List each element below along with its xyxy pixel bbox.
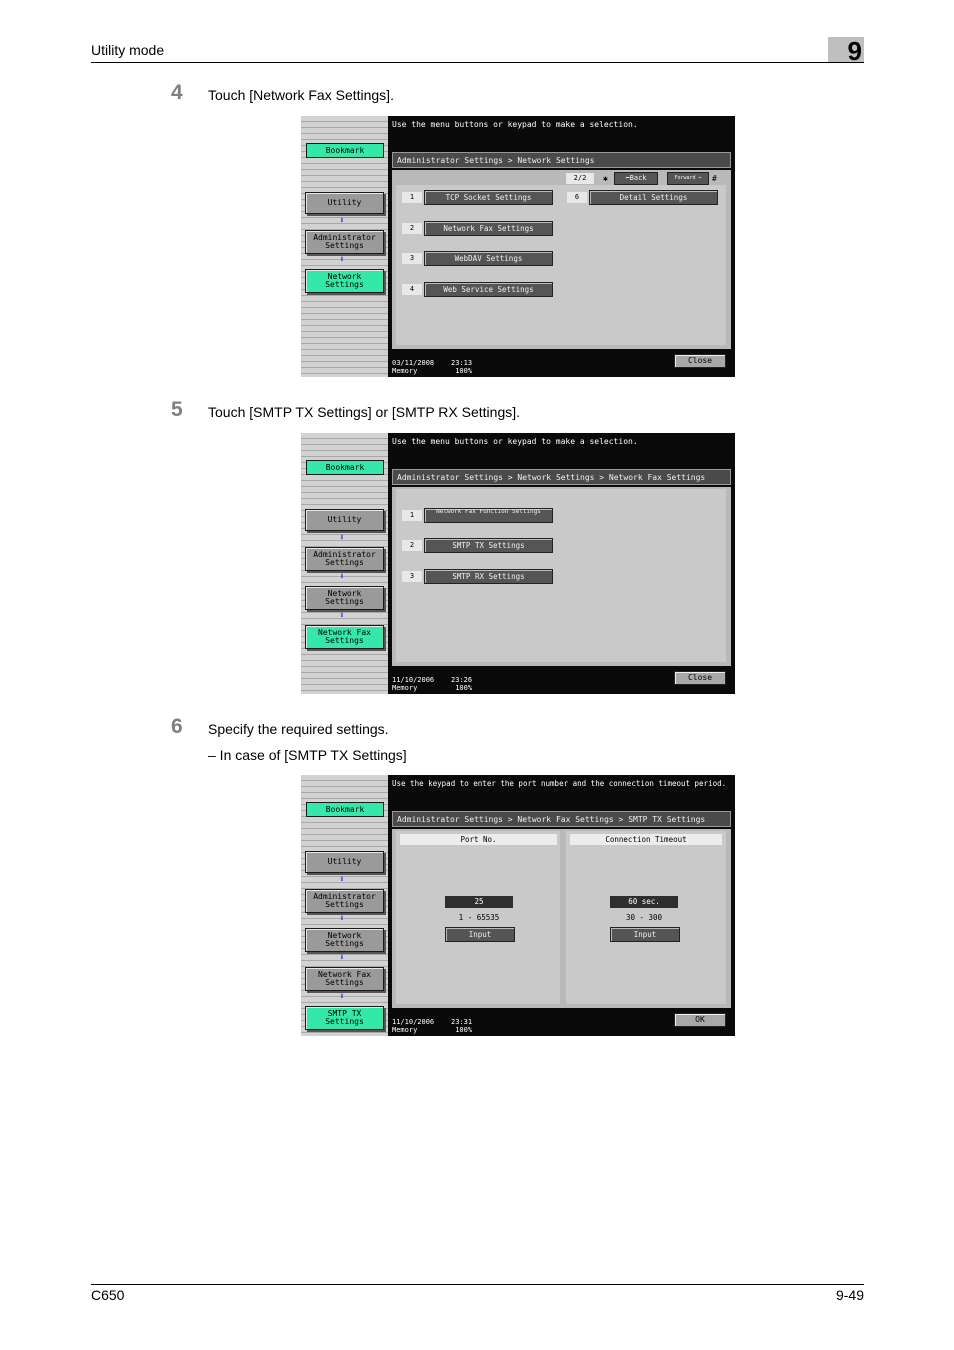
close-button[interactable]: Close	[674, 354, 726, 368]
footer-model: C650	[91, 1287, 125, 1303]
port-number-input-button[interactable]: Input	[445, 927, 515, 942]
screen-network-settings: Bookmark Utility ⬇ Administrator Setting…	[301, 116, 735, 377]
down-arrow-icon: ⬇	[339, 572, 345, 582]
chapter-tab: 9	[828, 36, 864, 66]
left-nav-panel: Bookmark Utility ⬇ Administrator Setting…	[301, 775, 388, 1036]
item-number: 2	[402, 223, 422, 234]
network-fax-function-settings-button[interactable]: Network Fax Function Settings	[424, 508, 553, 523]
bookmark-button[interactable]: Bookmark	[306, 143, 384, 158]
chapter-number: 9	[847, 36, 862, 66]
hash-key-icon: #	[712, 174, 717, 183]
nav-utility-button[interactable]: Utility	[305, 192, 384, 214]
footer-page-number: 9-49	[835, 1287, 864, 1303]
bookmark-button[interactable]: Bookmark	[306, 802, 384, 817]
page-indicator: 2/2	[566, 173, 594, 184]
webdav-settings-button[interactable]: WebDAV Settings	[424, 251, 553, 266]
menu-area: 2/2 ✱ ⬅Back Forward ➡ # 1 TCP Socket Set…	[392, 170, 731, 349]
nav-smtp-tx-settings-button[interactable]: SMTP TX Settings	[305, 1006, 384, 1030]
nav-administrator-settings-button[interactable]: Administrator Settings	[305, 230, 384, 254]
settings-area: Port No. 25 1 - 65535 Input Connection T…	[392, 829, 731, 1008]
ok-button[interactable]: OK	[674, 1013, 726, 1027]
tcp-socket-settings-button[interactable]: TCP Socket Settings	[424, 190, 553, 205]
nav-utility-button[interactable]: Utility	[305, 509, 384, 531]
breadcrumb: Administrator Settings > Network Setting…	[392, 469, 731, 485]
item-number: 3	[402, 571, 422, 582]
status-bar: 11/10/2006 23:26 Memory 100%	[392, 676, 473, 692]
menu-area: 1 Network Fax Function Settings 2 SMTP T…	[392, 487, 731, 666]
left-nav-panel: Bookmark Utility ⬇ Administrator Setting…	[301, 433, 388, 694]
connection-timeout-range: 30 - 300	[625, 913, 663, 922]
nav-utility-button[interactable]: Utility	[305, 851, 384, 873]
breadcrumb: Administrator Settings > Network Fax Set…	[392, 811, 731, 827]
status-bar: 03/11/2008 23:13 Memory 100%	[392, 359, 473, 375]
sub-step-text: – In case of [SMTP TX Settings]	[208, 747, 407, 763]
step-number: 4	[171, 81, 183, 104]
bookmark-button[interactable]: Bookmark	[306, 460, 384, 475]
down-arrow-icon: ⬇	[339, 992, 345, 1002]
instruction-message: Use the menu buttons or keypad to make a…	[392, 120, 638, 129]
smtp-tx-settings-button[interactable]: SMTP TX Settings	[424, 538, 553, 553]
screen-network-fax-settings: Bookmark Utility ⬇ Administrator Setting…	[301, 433, 735, 694]
nav-network-settings-button[interactable]: Network Settings	[305, 269, 384, 293]
item-number: 6	[567, 192, 587, 203]
status-bar: 11/10/2006 23:31 Memory 100%	[392, 1018, 473, 1034]
connection-timeout-value[interactable]: 60 sec.	[610, 896, 678, 908]
instruction-message: Use the keypad to enter the port number …	[392, 779, 727, 788]
network-fax-settings-button[interactable]: Network Fax Settings	[424, 221, 553, 236]
nav-network-settings-button[interactable]: Network Settings	[305, 928, 384, 952]
nav-network-settings-button[interactable]: Network Settings	[305, 586, 384, 610]
port-number-range: 1 - 65535	[458, 913, 500, 922]
smtp-rx-settings-button[interactable]: SMTP RX Settings	[424, 569, 553, 584]
running-header: Utility mode	[91, 42, 165, 58]
connection-timeout-input-button[interactable]: Input	[610, 927, 680, 942]
down-arrow-icon: ⬇	[339, 216, 345, 226]
instruction-message: Use the menu buttons or keypad to make a…	[392, 437, 638, 446]
connection-timeout-heading: Connection Timeout	[570, 834, 722, 845]
down-arrow-icon: ⬇	[339, 875, 345, 885]
step-text: Specify the required settings.	[208, 721, 389, 737]
port-number-value[interactable]: 25	[445, 896, 513, 908]
step-text: Touch [Network Fax Settings].	[208, 87, 394, 103]
screen-smtp-tx-settings: Bookmark Utility ⬇ Administrator Setting…	[301, 775, 735, 1036]
nav-network-fax-settings-button[interactable]: Network Fax Settings	[305, 967, 384, 991]
left-nav-panel: Bookmark Utility ⬇ Administrator Setting…	[301, 116, 388, 377]
item-number: 4	[402, 284, 422, 295]
back-button[interactable]: ⬅Back	[614, 172, 658, 185]
close-button[interactable]: Close	[674, 671, 726, 685]
header-rule	[91, 62, 864, 63]
web-service-settings-button[interactable]: Web Service Settings	[424, 282, 553, 297]
detail-settings-button[interactable]: Detail Settings	[589, 190, 718, 205]
breadcrumb: Administrator Settings > Network Setting…	[392, 152, 731, 168]
forward-button[interactable]: Forward ➡	[667, 172, 709, 185]
footer-rule	[91, 1284, 864, 1285]
step-number: 6	[171, 715, 183, 738]
down-arrow-icon: ⬇	[339, 953, 345, 963]
star-key-icon: ✱	[603, 174, 608, 183]
down-arrow-icon: ⬇	[339, 533, 345, 543]
item-number: 3	[402, 253, 422, 264]
down-arrow-icon: ⬇	[339, 255, 345, 265]
down-arrow-icon: ⬇	[339, 611, 345, 621]
nav-administrator-settings-button[interactable]: Administrator Settings	[305, 889, 384, 913]
item-number: 1	[402, 510, 422, 521]
nav-network-fax-settings-button[interactable]: Network Fax Settings	[305, 625, 384, 649]
item-number: 2	[402, 540, 422, 551]
item-number: 1	[402, 192, 422, 203]
down-arrow-icon: ⬇	[339, 914, 345, 924]
step-text: Touch [SMTP TX Settings] or [SMTP RX Set…	[208, 404, 521, 420]
nav-administrator-settings-button[interactable]: Administrator Settings	[305, 547, 384, 571]
step-number: 5	[171, 398, 183, 421]
port-number-heading: Port No.	[400, 834, 557, 845]
